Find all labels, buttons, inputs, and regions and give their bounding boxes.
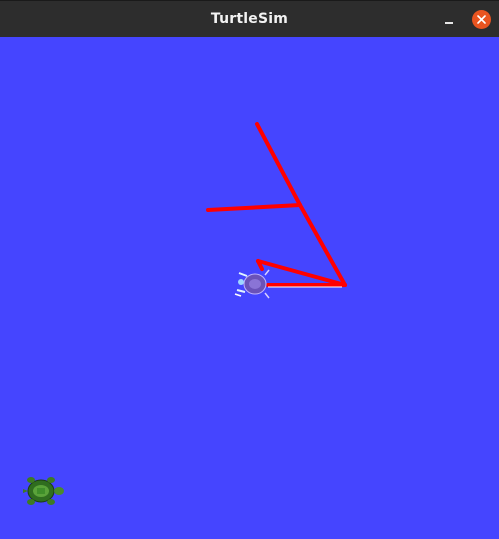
minimize-button[interactable] [440, 10, 458, 28]
close-icon [477, 15, 486, 24]
turtle-canvas[interactable] [0, 37, 499, 539]
window-title: TurtleSim [210, 11, 289, 27]
trail-segment [255, 122, 302, 207]
title-bar[interactable]: TurtleSim [0, 0, 499, 37]
trail-segment [206, 203, 302, 212]
turtle-icon [234, 269, 270, 299]
turtlesim-window: TurtleSim [0, 0, 499, 539]
drawing-surface [23, 122, 347, 505]
pen-trail [206, 122, 347, 287]
close-button[interactable] [472, 10, 491, 29]
turtle-icon [23, 477, 64, 505]
